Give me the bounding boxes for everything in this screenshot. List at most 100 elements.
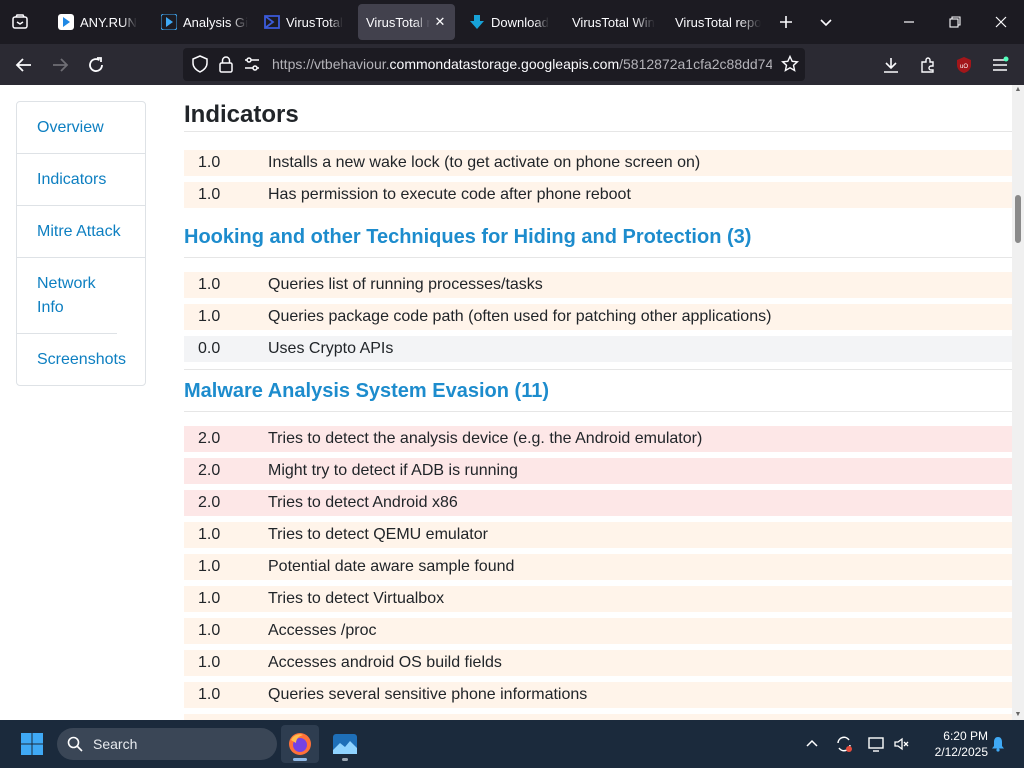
section-heading-hooking[interactable]: Hooking and other Techniques for Hiding … xyxy=(184,226,751,249)
sidebar-item-network-info[interactable]: Network Info xyxy=(17,258,117,334)
back-arrow-icon[interactable] xyxy=(8,49,40,81)
tab-virustotal-repo[interactable]: VirusTotal repo xyxy=(667,4,767,40)
taskbar-search[interactable]: Search xyxy=(57,728,277,760)
tab-download[interactable]: Download xyxy=(461,4,561,40)
ublock-origin-icon[interactable]: uO xyxy=(948,49,980,81)
page-scrollbar[interactable]: ▲ ▼ xyxy=(1012,85,1024,721)
tab-anyrun[interactable]: ANY.RUN xyxy=(50,4,150,40)
tab-analysis[interactable]: Analysis Gi xyxy=(153,4,253,40)
system-clock[interactable]: 6:20 PM 2/12/2025 xyxy=(918,728,988,760)
search-label: Search xyxy=(93,736,138,752)
photos-app-icon xyxy=(333,734,357,754)
indicator-description: Accesses android OS build fields xyxy=(268,654,502,671)
restore-icon[interactable] xyxy=(932,0,978,44)
indicator-row: 1.0 Potential date aware sample found xyxy=(184,554,1012,580)
close-window-icon[interactable] xyxy=(978,0,1024,44)
tab-strip: ANY.RUN Analysis Gi VirusTotal VirusTota… xyxy=(0,0,1024,44)
indicator-description: Tries to detect the analysis device (e.g… xyxy=(268,430,703,447)
indicator-description: Tries to detect Virtualbox xyxy=(268,590,445,607)
indicator-row: 1.0 Queries list of running processes/ta… xyxy=(184,272,1012,298)
indicator-description: Has permission to execute code after pho… xyxy=(268,186,631,203)
taskbar-firefox[interactable] xyxy=(281,725,319,763)
url-text[interactable]: https://vtbehaviour.commondatastorage.go… xyxy=(272,56,772,72)
sidebar-item-indicators[interactable]: Indicators xyxy=(17,154,145,206)
indicator-description: Queries several sensitive phone informat… xyxy=(268,686,588,703)
app-menu-hamburger-icon[interactable] xyxy=(984,49,1016,81)
download-icon xyxy=(470,15,484,29)
indicator-row: 0.0 Uses Crypto APIs xyxy=(184,336,1012,362)
indicator-row: 2.0 Might try to detect if ADB is runnin… xyxy=(184,458,1012,484)
url-domain: commondatastorage.googleapis.com xyxy=(389,56,620,72)
volume-muted-icon[interactable] xyxy=(890,732,914,756)
indicator-row: 2.0 Tries to detect the analysis device … xyxy=(184,426,1012,452)
indicator-score: 1.0 xyxy=(198,186,221,203)
tab-label: ANY.RUN xyxy=(80,14,137,30)
indicator-score: 1.0 xyxy=(198,558,221,575)
firefox-icon xyxy=(289,733,311,755)
tab-label: Download xyxy=(491,14,549,30)
indicator-score: 1.0 xyxy=(198,154,221,171)
new-tab-icon[interactable] xyxy=(771,7,801,37)
running-app-indicator xyxy=(342,758,348,761)
sidebar-item-mitre-attack[interactable]: Mitre Attack xyxy=(17,206,145,258)
divider xyxy=(184,411,1012,412)
tab-label: VirusTotal Win xyxy=(572,14,655,30)
indicator-row: 1.0 Tries to detect Virtualbox xyxy=(184,586,1012,612)
taskbar-app-2[interactable] xyxy=(326,725,364,763)
indicator-row: 1.0 Queries package code path (often use… xyxy=(184,304,1012,330)
bookmark-star-icon[interactable] xyxy=(781,55,799,73)
url-prefix: https://vtbehaviour. xyxy=(272,56,390,72)
indicator-description: Tries to detect QEMU emulator xyxy=(268,526,488,543)
svg-text:uO: uO xyxy=(960,64,968,70)
sidebar-item-overview[interactable]: Overview xyxy=(17,102,145,154)
clock-date: 2/12/2025 xyxy=(934,745,988,759)
indicator-row: 1.0 Queries several sensitive phone info… xyxy=(184,682,1012,708)
anyrun-icon xyxy=(161,14,177,30)
virustotal-icon xyxy=(264,15,280,29)
notifications-bell-icon[interactable] xyxy=(986,732,1010,756)
minimize-icon[interactable] xyxy=(886,0,932,44)
permissions-icon[interactable] xyxy=(243,55,261,73)
indicator-score: 1.0 xyxy=(198,622,221,639)
indicator-description: Potential date aware sample found xyxy=(268,558,515,575)
indicator-description: Queries package code path (often used fo… xyxy=(268,308,772,325)
tab-overview-icon[interactable] xyxy=(5,7,35,37)
indicator-score: 2.0 xyxy=(198,494,221,511)
anyrun-icon xyxy=(58,14,74,30)
tab-label: VirusTotal repo xyxy=(675,14,762,30)
scroll-down-arrow-icon[interactable]: ▼ xyxy=(1014,711,1022,719)
close-tab-icon[interactable]: ✕ xyxy=(431,13,449,31)
url-path: /5812872a1cfa2c88dd74 xyxy=(619,56,772,72)
tab-virustotal-win[interactable]: VirusTotal Win xyxy=(564,4,664,40)
tab-virustotal-report-active[interactable]: VirusTotal re ✕ xyxy=(358,4,455,40)
show-hidden-icons-chevron-icon[interactable] xyxy=(800,732,824,756)
scroll-thumb[interactable] xyxy=(1015,195,1021,243)
indicator-description: Might try to detect if ADB is running xyxy=(268,462,518,479)
sidebar-item-screenshots[interactable]: Screenshots xyxy=(17,334,145,385)
indicator-score: 1.0 xyxy=(198,654,221,671)
indicator-score: 2.0 xyxy=(198,430,221,447)
clock-time: 6:20 PM xyxy=(943,729,988,743)
sync-status-icon[interactable] xyxy=(832,732,856,756)
indicator-description: Tries to detect Android x86 xyxy=(268,494,458,511)
extensions-puzzle-icon[interactable] xyxy=(912,49,944,81)
address-bar[interactable]: https://vtbehaviour.commondatastorage.go… xyxy=(183,48,805,81)
active-app-indicator xyxy=(293,758,307,761)
tab-virustotal[interactable]: VirusTotal xyxy=(256,4,356,40)
windows-start-icon[interactable] xyxy=(20,732,44,756)
reload-icon[interactable] xyxy=(80,49,112,81)
indicator-row: 1.0 Accesses /proc xyxy=(184,618,1012,644)
downloads-icon[interactable] xyxy=(875,49,907,81)
lock-icon[interactable] xyxy=(217,55,235,73)
list-tabs-chevron-icon[interactable] xyxy=(811,7,841,37)
page-viewport: Overview Indicators Mitre Attack Network… xyxy=(0,85,1024,721)
network-display-icon[interactable] xyxy=(864,732,888,756)
forward-arrow-icon[interactable] xyxy=(44,49,76,81)
indicator-description: Uses Crypto APIs xyxy=(268,340,394,357)
tab-label: Analysis Gi xyxy=(183,14,249,30)
indicator-description: Accesses /proc xyxy=(268,622,377,639)
scroll-up-arrow-icon[interactable]: ▲ xyxy=(1014,86,1022,94)
section-heading-evasion[interactable]: Malware Analysis System Evasion (11) xyxy=(184,380,549,403)
navigation-toolbar: https://vtbehaviour.commondatastorage.go… xyxy=(0,44,1024,85)
tracking-protection-shield-icon[interactable] xyxy=(191,55,209,73)
